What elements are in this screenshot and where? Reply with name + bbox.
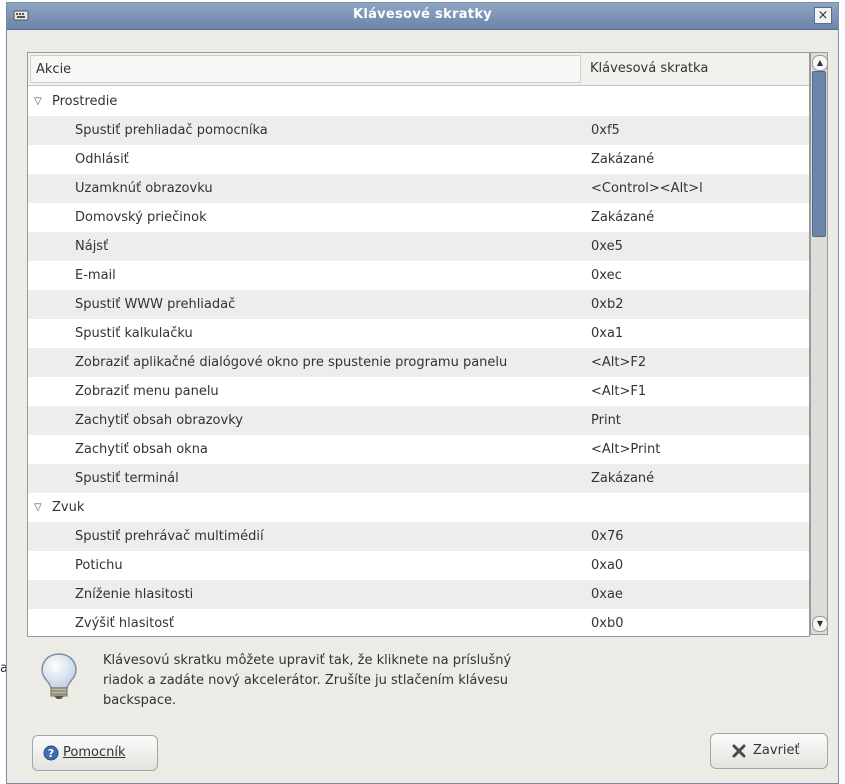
shortcut-value: <Alt>F2 xyxy=(591,355,647,370)
shortcut-row[interactable]: Spustiť prehrávač multimédií 0x76 xyxy=(28,522,809,551)
shortcut-value: Zakázané xyxy=(591,471,655,486)
action-label: Zobraziť menu panelu xyxy=(75,384,219,399)
expander-triangle-icon[interactable]: ▽ xyxy=(34,493,42,522)
shortcut-value: 0xb0 xyxy=(591,616,624,631)
shortcut-tree: Akcie Klávesová skratka ▽ Prostredie Spust… xyxy=(27,52,810,637)
group-label: Prostredie xyxy=(52,94,118,109)
shortcut-row[interactable]: Zvýšiť hlasitosť 0xb0 xyxy=(28,609,809,636)
action-label: Spustiť terminál xyxy=(75,471,179,486)
action-label: Spustiť kalkulačku xyxy=(75,326,193,341)
action-label: Nájsť xyxy=(75,239,109,254)
shortcut-value: 0xe5 xyxy=(591,239,623,254)
shortcut-value: Zakázané xyxy=(591,152,655,167)
action-label: Zvýšiť hlasitosť xyxy=(75,616,175,631)
scroll-up-icon[interactable]: ▲ xyxy=(812,55,828,71)
shortcut-row[interactable]: Spustiť prehliadač pomocníka 0xf5 xyxy=(28,116,809,145)
help-icon: ? xyxy=(43,745,59,761)
group-label: Zvuk xyxy=(52,500,85,515)
column-header-shortcut[interactable]: Klávesová skratka xyxy=(585,55,807,83)
shortcut-value: 0xa1 xyxy=(591,326,624,341)
shortcut-value: <Alt>F1 xyxy=(591,384,647,399)
shortcut-value: Print xyxy=(591,413,621,428)
hint-text: Klávesovú skratku môžete upraviť tak, že… xyxy=(103,653,512,708)
window-title: Klávesové skratky xyxy=(352,7,493,22)
keyboard-shortcuts-dialog: Klávesové skratky × Akcie Klávesová skra… xyxy=(6,2,839,784)
shortcut-value: 0x76 xyxy=(591,529,624,544)
shortcut-value: 0xa0 xyxy=(591,558,624,573)
shortcut-row[interactable]: Zobraziť aplikačné dialógové okno pre sp… xyxy=(28,348,809,377)
tree-group-row[interactable]: ▽ Zvuk xyxy=(28,493,809,522)
shortcut-row[interactable]: Spustiť WWW prehliadač 0xb2 xyxy=(28,290,809,319)
shortcut-row[interactable]: Potichu 0xa0 xyxy=(28,551,809,580)
shortcut-value: 0xae xyxy=(591,587,623,602)
shortcut-row[interactable]: E-mail 0xec xyxy=(28,261,809,290)
close-x-icon xyxy=(732,744,746,758)
shortcut-row[interactable]: Zachytiť obsah obrazovky Print xyxy=(28,406,809,435)
tree-rows: ▽ Prostredie Spustiť prehliadač pomocníka 0… xyxy=(28,87,809,636)
scroll-down-icon[interactable]: ▼ xyxy=(812,616,828,632)
help-button[interactable]: ? Pomocník xyxy=(32,735,158,771)
shortcut-value: Zakázané xyxy=(591,210,655,225)
close-button[interactable]: Zavrieť xyxy=(710,733,828,769)
action-label: E-mail xyxy=(75,268,116,283)
svg-text:?: ? xyxy=(48,747,54,760)
shortcut-row[interactable]: Spustiť kalkulačku 0xa1 xyxy=(28,319,809,348)
action-label: Zníženie hlasitosti xyxy=(75,587,194,602)
action-label: Odhlásiť xyxy=(75,152,129,167)
shortcut-value: 0xb2 xyxy=(591,297,624,312)
scrollbar-thumb[interactable] xyxy=(812,71,826,237)
shortcut-value: 0xf5 xyxy=(591,123,620,138)
action-label: Domovský priečinok xyxy=(75,210,207,225)
tree-group-row[interactable]: ▽ Prostredie xyxy=(28,87,809,116)
tree-header: Akcie Klávesová skratka xyxy=(28,53,809,86)
shortcut-row[interactable]: Spustiť terminál Zakázané xyxy=(28,464,809,493)
shortcut-value: <Alt>Print xyxy=(591,442,661,457)
action-label: Spustiť WWW prehliadač xyxy=(75,297,236,312)
action-label: Zobraziť aplikačné dialógové okno pre sp… xyxy=(75,355,508,370)
shortcut-value: 0xec xyxy=(591,268,622,283)
column-header-action[interactable]: Akcie xyxy=(30,55,581,83)
action-label: Uzamknúť obrazovku xyxy=(75,181,213,196)
title-bar[interactable]: Klávesové skratky × xyxy=(7,3,838,30)
shortcut-row[interactable]: Uzamknúť obrazovku <Control><Alt>l xyxy=(28,174,809,203)
shortcut-row[interactable]: Nájsť 0xe5 xyxy=(28,232,809,261)
action-label: Zachytiť obsah okna xyxy=(75,442,208,457)
window-close-button[interactable]: × xyxy=(814,7,832,24)
lightbulb-icon xyxy=(41,653,77,699)
action-label: Spustiť prehliadač pomocníka xyxy=(75,123,268,138)
help-button-label: Pomocník xyxy=(63,745,126,760)
shortcut-row[interactable]: Domovský priečinok Zakázané xyxy=(28,203,809,232)
close-button-label: Zavrieť xyxy=(753,743,800,758)
vertical-scrollbar[interactable]: ▲ ▼ xyxy=(810,52,828,635)
action-label: Potichu xyxy=(75,558,123,573)
action-label: Zachytiť obsah obrazovky xyxy=(75,413,243,428)
action-label: Spustiť prehrávač multimédií xyxy=(75,529,264,544)
shortcut-row[interactable]: Zníženie hlasitosti 0xae xyxy=(28,580,809,609)
shortcut-value: <Control><Alt>l xyxy=(591,181,703,196)
shortcut-row[interactable]: Zachytiť obsah okna <Alt>Print xyxy=(28,435,809,464)
expander-triangle-icon[interactable]: ▽ xyxy=(34,87,42,116)
shortcut-row[interactable]: Zobraziť menu panelu <Alt>F1 xyxy=(28,377,809,406)
shortcut-row[interactable]: Odhlásiť Zakázané xyxy=(28,145,809,174)
